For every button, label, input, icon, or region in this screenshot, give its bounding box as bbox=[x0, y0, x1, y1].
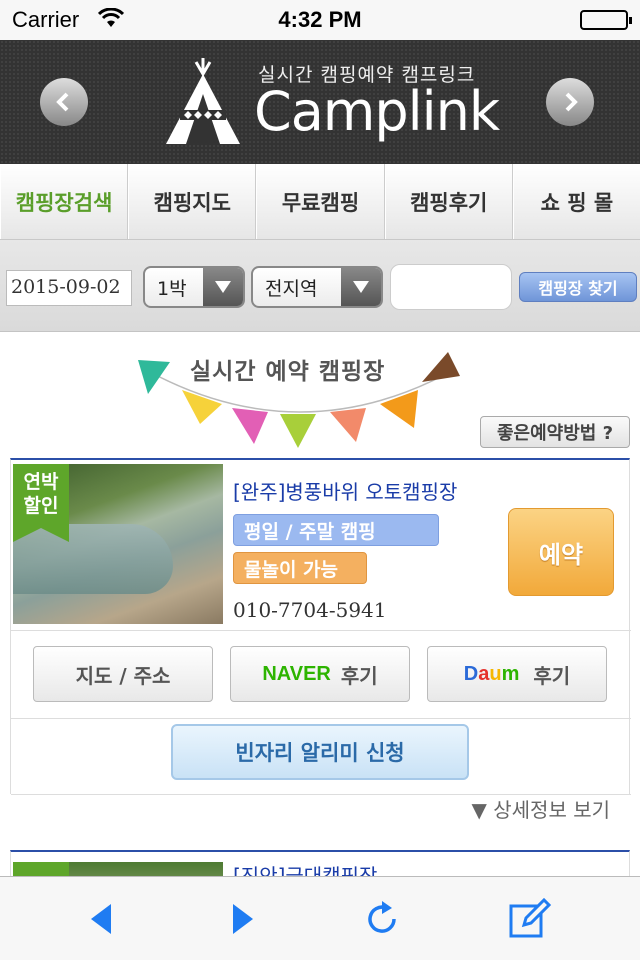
photo-river bbox=[13, 524, 173, 594]
nights-value: 1박 bbox=[157, 277, 187, 300]
weekday-weekend-tag: 평일 / 주말 캠핑 bbox=[233, 514, 439, 546]
nav-item-free-camping[interactable]: 무료캠핑 bbox=[256, 164, 385, 239]
camplink-logo[interactable]: 실시간 캠핑예약 캠프링크 Camplink bbox=[158, 54, 500, 154]
naver-review-label: 후기 bbox=[340, 663, 378, 688]
site-header: 실시간 캠핑예약 캠프링크 Camplink bbox=[0, 40, 640, 164]
dropdown-arrow-icon bbox=[203, 268, 243, 306]
card-divider bbox=[11, 718, 631, 719]
compose-button[interactable] bbox=[506, 895, 554, 943]
realtime-banner: 실시간 예약 캠핑장 bbox=[130, 332, 470, 462]
chevron-right-icon bbox=[565, 92, 578, 112]
dropdown-arrow-icon bbox=[341, 268, 381, 306]
nav-item-camping-map[interactable]: 캠핑지도 bbox=[128, 164, 257, 239]
nav-item-shopping-mall[interactable]: 쇼 핑 몰 bbox=[512, 164, 640, 239]
forward-button[interactable] bbox=[218, 895, 266, 943]
back-button[interactable] bbox=[78, 895, 126, 943]
water-play-tag: 물놀이 가능 bbox=[233, 552, 367, 584]
more-details-link[interactable]: ▼ 상세정보 보기 bbox=[472, 794, 611, 823]
back-arrow-icon bbox=[91, 904, 111, 934]
reload-icon bbox=[368, 901, 396, 933]
naver-review-button[interactable]: NAVER 후기 bbox=[230, 646, 410, 702]
reserve-button[interactable]: 예약 bbox=[508, 508, 614, 596]
clock: 4:32 PM bbox=[278, 7, 362, 32]
chevron-left-icon bbox=[56, 92, 69, 112]
campsite-card: [진안]금대캠핑장 bbox=[10, 850, 630, 876]
banner-title: 실시간 예약 캠핑장 bbox=[190, 359, 386, 385]
reload-button[interactable] bbox=[358, 895, 406, 943]
naver-logo: NAVER bbox=[262, 662, 331, 685]
vacancy-alert-button[interactable]: 빈자리 알리미 신청 bbox=[171, 724, 469, 780]
keyword-input[interactable] bbox=[390, 264, 512, 310]
region-select[interactable]: 전지역 bbox=[251, 266, 383, 308]
nav-item-camping-reviews[interactable]: 캠핑후기 bbox=[384, 164, 513, 239]
nights-select[interactable]: 1박 bbox=[143, 266, 245, 308]
campsite-name-link[interactable]: [진안]금대캠핑장 bbox=[233, 860, 377, 876]
compose-icon bbox=[509, 897, 552, 938]
status-bar: Carrier 4:32 PM bbox=[0, 0, 640, 40]
booking-tips-button[interactable]: 좋은예약방법 ? bbox=[480, 416, 630, 448]
campsite-photo[interactable]: 연박 할인 bbox=[13, 464, 223, 624]
find-campsite-button[interactable]: 캠핑장 찾기 bbox=[519, 272, 637, 302]
card-divider bbox=[11, 630, 631, 631]
campsite-card: 연박 할인 [완주]병풍바위 오토캠핑장 평일 / 주말 캠핑 물놀이 가능 0… bbox=[10, 458, 631, 795]
discount-ribbon bbox=[13, 862, 69, 876]
tent-logo-icon bbox=[166, 58, 240, 144]
browser-toolbar bbox=[0, 876, 640, 960]
search-bar: 2015-09-02 1박 전지역 캠핑장 찾기 bbox=[0, 240, 640, 332]
daum-logo: Daum bbox=[463, 662, 520, 685]
date-field[interactable]: 2015-09-02 bbox=[6, 270, 132, 306]
main-content: 실시간 예약 캠핑장 좋은예약방법 ? 연박 할인 [완주]병풍바위 오토캠핑장… bbox=[0, 332, 640, 876]
forward-arrow-icon bbox=[233, 904, 253, 934]
campsite-phone[interactable]: 010-7704-5941 bbox=[233, 598, 387, 622]
nav-item-campsite-search[interactable]: 캠핑장검색 bbox=[0, 164, 129, 239]
daum-review-button[interactable]: Daum 후기 bbox=[427, 646, 607, 702]
region-value: 전지역 bbox=[265, 277, 318, 300]
next-arrow-button[interactable] bbox=[546, 78, 594, 126]
daum-review-label: 후기 bbox=[533, 663, 571, 688]
brand-name: Camplink bbox=[254, 80, 500, 143]
prev-arrow-button[interactable] bbox=[40, 78, 88, 126]
main-nav: 캠핑장검색 캠핑지도 무료캠핑 캠핑후기 쇼 핑 몰 bbox=[0, 164, 640, 240]
battery-icon bbox=[580, 10, 632, 30]
campsite-name-link[interactable]: [완주]병풍바위 오토캠핑장 bbox=[233, 476, 457, 505]
map-address-button[interactable]: 지도 / 주소 bbox=[33, 646, 213, 702]
